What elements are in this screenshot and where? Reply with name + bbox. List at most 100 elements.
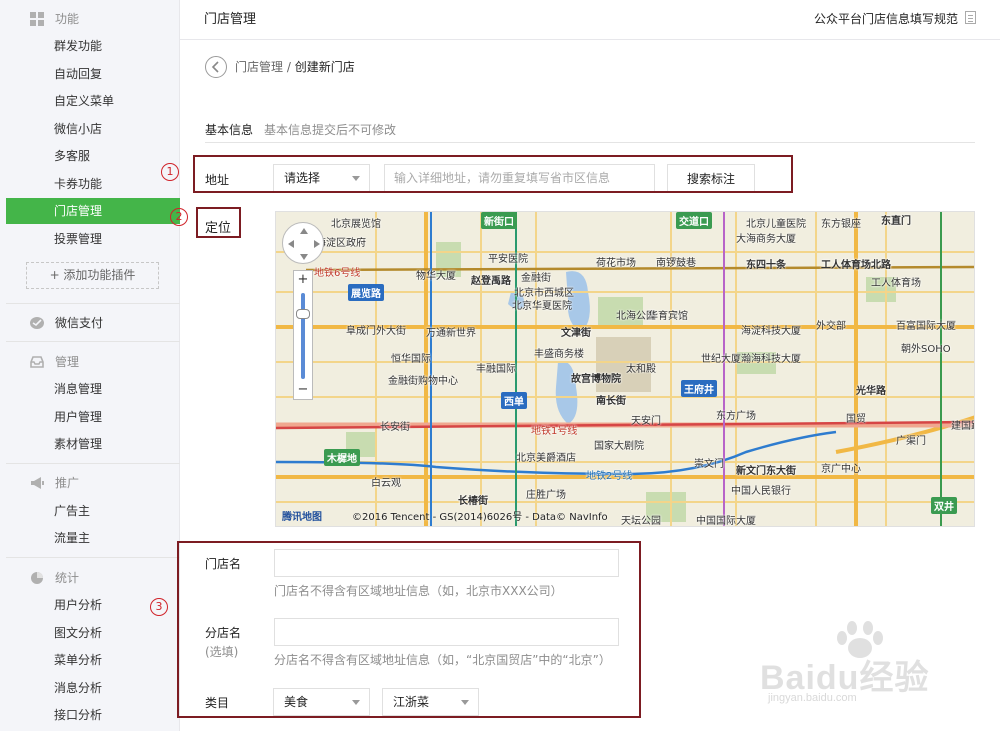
sidebar-item-store-management[interactable]: 门店管理 xyxy=(6,198,180,224)
map-label: 万通新世界 xyxy=(426,328,476,339)
map-label: 新文门东大街 xyxy=(736,466,796,477)
annotation-box-store-info xyxy=(177,541,641,718)
map-label: 东直门 xyxy=(881,216,911,227)
zoom-out-button[interactable]: − xyxy=(294,381,312,399)
section-divider xyxy=(6,463,180,464)
add-plugin-button[interactable]: + 添加功能插件 xyxy=(26,262,159,289)
sidebar-item-traffic-owner[interactable]: 流量主 xyxy=(6,525,180,551)
map-label: 光华路 xyxy=(856,386,886,397)
sidebar-item-custom-menu[interactable]: 自定义菜单 xyxy=(6,88,180,114)
map-label: 北京展览馆 xyxy=(331,219,381,230)
map-label: 金融街购物中心 xyxy=(388,376,458,387)
back-button[interactable] xyxy=(205,56,227,78)
sidebar-item-customer-service[interactable]: 多客服 xyxy=(6,143,180,169)
map-label: 金融街 xyxy=(521,273,551,284)
section-divider xyxy=(6,303,180,304)
annotation-box-address xyxy=(193,155,793,193)
map-label: 世纪大厦 xyxy=(701,354,741,365)
section-divider xyxy=(6,341,180,342)
guide-link[interactable]: 公众平台门店信息填写规范 xyxy=(814,10,958,27)
map-label: 海淀科技大厦 xyxy=(741,326,801,337)
map-label: 北京儿童医院 xyxy=(746,219,806,230)
sidebar-item-coupons[interactable]: 卡券功能 xyxy=(6,171,180,197)
map-label: 建国路 xyxy=(951,421,974,432)
breadcrumb-parent[interactable]: 门店管理 xyxy=(235,60,283,74)
breadcrumb: 门店管理 / 创建新门店 xyxy=(235,58,355,75)
top-bar: 门店管理 公众平台门店信息填写规范 xyxy=(180,0,1000,40)
map-label: 双井 xyxy=(931,497,957,514)
map-label: 工人体育场 xyxy=(871,278,921,289)
map-label: 天安门 xyxy=(631,416,661,427)
map-label: 丰融国际 xyxy=(476,364,516,375)
annotation-box-location xyxy=(196,207,241,238)
map-label: 南长街 xyxy=(596,396,626,407)
map-label: 西单 xyxy=(501,392,527,409)
map-label: 展览路 xyxy=(348,284,384,301)
map-label: 长安街 xyxy=(380,422,410,433)
sidebar-item-mass-send[interactable]: 群发功能 xyxy=(6,33,180,59)
map-label: 工人体育场北路 xyxy=(821,260,891,271)
map-copyright: ©2016 Tencent - GS(2014)6026号 - Data© Na… xyxy=(352,512,608,523)
sidebar-item-menu-analysis[interactable]: 菜单分析 xyxy=(6,647,180,673)
map-label: 百富国际大厦 xyxy=(896,321,956,332)
map-label: 太和殿 xyxy=(626,364,656,375)
section-title: 管理 xyxy=(55,355,80,369)
megaphone-icon xyxy=(30,476,44,490)
section-title: 推广 xyxy=(55,476,80,490)
sidebar-item-users[interactable]: 用户管理 xyxy=(6,404,180,430)
map-label: 东方银座 xyxy=(821,219,861,230)
annotation-number: 2 xyxy=(170,208,188,226)
map-label: 东四十条 xyxy=(746,260,786,271)
sidebar-item-api-analysis[interactable]: 接口分析 xyxy=(6,702,180,728)
map-label: 赵登禹路 xyxy=(471,276,511,287)
map-label: 庄胜广场 xyxy=(526,490,566,501)
sidebar-item-message-analysis[interactable]: 消息分析 xyxy=(6,675,180,701)
annotation-number: 1 xyxy=(161,163,179,181)
map-label: 北京华夏医院 xyxy=(512,301,572,312)
map-label: 天坛公园 xyxy=(621,516,661,527)
map-label: 国家大剧院 xyxy=(594,441,644,452)
pan-arrows-icon xyxy=(288,228,320,260)
map-label: 华育宾馆 xyxy=(648,311,688,322)
map-label: 东方广场 xyxy=(716,411,756,422)
pie-chart-icon xyxy=(30,571,44,585)
zoom-slider-handle[interactable] xyxy=(296,309,310,319)
map-zoom-control: + − xyxy=(293,270,313,400)
location-map[interactable]: 北京展览馆 新街口 交道口 北京儿童医院 东方银座 东直门 海淀区政府 平安医院… xyxy=(275,211,975,527)
document-icon[interactable] xyxy=(965,11,976,24)
map-label: 荷花市场 xyxy=(596,258,636,269)
map-label: 京广中心 xyxy=(821,464,861,475)
sidebar-item-wechat-store[interactable]: 微信小店 xyxy=(6,116,180,142)
map-label: 南锣鼓巷 xyxy=(656,258,696,269)
sidebar-item-auto-reply[interactable]: 自动回复 xyxy=(6,61,180,87)
basic-info-title: 基本信息 xyxy=(205,123,254,137)
divider xyxy=(205,142,975,143)
sidebar-item-materials[interactable]: 素材管理 xyxy=(6,431,180,457)
map-label: 大海商务大厦 xyxy=(736,234,796,245)
annotation-number: 3 xyxy=(150,598,168,616)
section-title: 微信支付 xyxy=(55,316,104,330)
map-label: 丰盛商务楼 xyxy=(534,349,584,360)
map-label: 木樨地 xyxy=(324,449,360,466)
map-label: 崇文门 xyxy=(694,459,724,470)
map-label: 阜成门外大街 xyxy=(346,326,406,337)
map-label: 新街口 xyxy=(481,212,517,229)
map-label: 恒华国际 xyxy=(391,354,431,365)
map-label: 长椿街 xyxy=(458,496,488,507)
map-pan-control[interactable] xyxy=(282,222,324,264)
map-label: 文津街 xyxy=(561,328,591,339)
page-title: 门店管理 xyxy=(204,12,257,27)
sidebar-item-article-analysis[interactable]: 图文分析 xyxy=(6,620,180,646)
sidebar-item-advertiser[interactable]: 广告主 xyxy=(6,498,180,524)
map-label: 白云观 xyxy=(371,478,401,489)
map-logo: 腾讯地图 xyxy=(282,512,322,523)
wallet-icon xyxy=(30,316,44,330)
chevron-left-icon xyxy=(211,61,219,73)
sidebar-item-vote-management[interactable]: 投票管理 xyxy=(6,226,180,252)
zoom-slider-track[interactable] xyxy=(301,293,305,379)
sidebar-item-messages[interactable]: 消息管理 xyxy=(6,376,180,402)
zoom-in-button[interactable]: + xyxy=(294,271,312,289)
map-label: 外交部 xyxy=(816,321,846,332)
section-divider xyxy=(6,557,180,558)
map-label: 中国国际大厦 xyxy=(696,516,756,527)
